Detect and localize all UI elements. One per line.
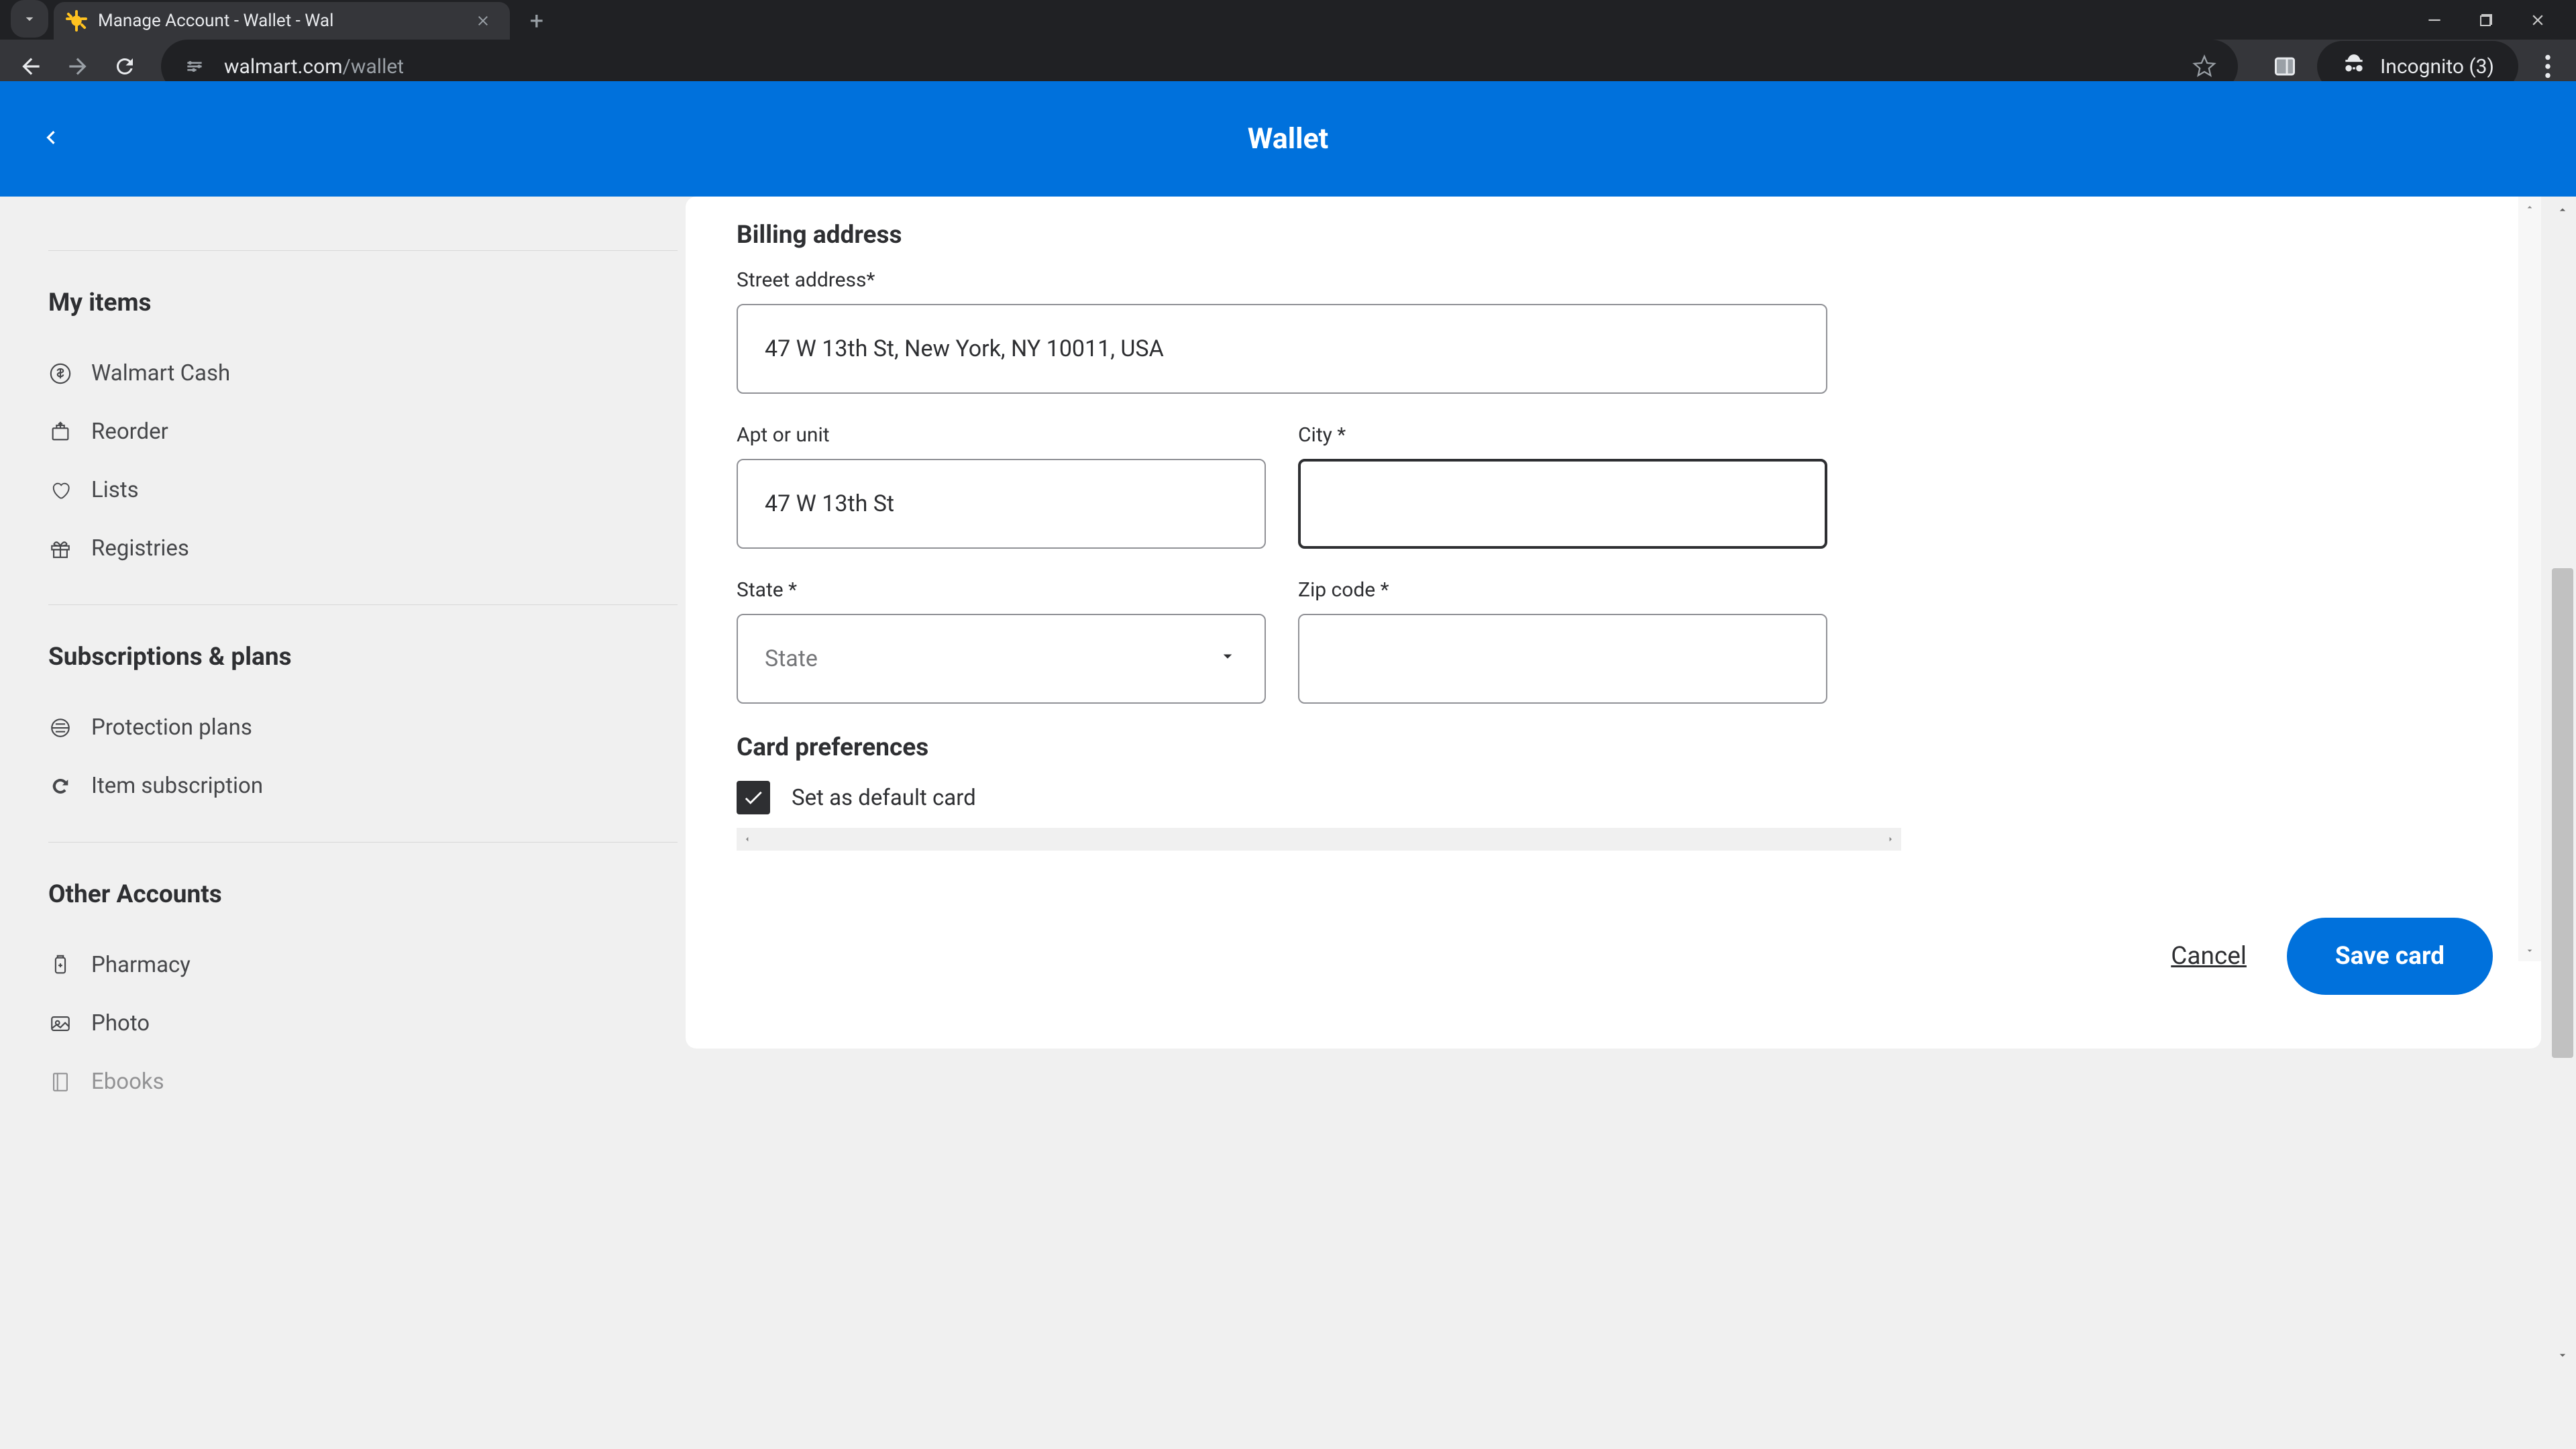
close-window-button[interactable] [2529, 11, 2546, 29]
incognito-icon [2341, 52, 2367, 80]
ebooks-icon [48, 1070, 72, 1094]
heart-icon [48, 478, 72, 502]
sidebar-label: Walmart Cash [91, 360, 230, 386]
back-button[interactable] [12, 48, 50, 85]
sidebar-heading-subscriptions: Subscriptions & plans [48, 643, 645, 672]
bookmark-star-icon[interactable] [2191, 53, 2218, 80]
header-back-button[interactable] [38, 124, 64, 154]
window-controls [2426, 0, 2576, 40]
reorder-icon [48, 420, 72, 444]
sidebar-item-lists[interactable]: Lists [48, 461, 645, 519]
photo-icon [48, 1012, 72, 1036]
state-placeholder: State [765, 645, 818, 672]
default-card-label: Set as default card [792, 785, 976, 811]
forward-button[interactable] [59, 48, 97, 85]
scroll-right-arrow-icon[interactable] [1880, 834, 1901, 845]
sidebar-label: Ebooks [91, 1069, 164, 1095]
maximize-button[interactable] [2478, 12, 2494, 28]
page: Wallet My items Walmart Cash Reorder Lis… [0, 81, 2576, 1368]
sidebar-item-protection-plans[interactable]: Protection plans [48, 698, 645, 757]
minimize-button[interactable] [2426, 11, 2443, 29]
pharmacy-icon [48, 953, 72, 977]
sidebar-label: Item subscription [91, 773, 263, 799]
save-card-button[interactable]: Save card [2287, 918, 2493, 995]
sidebar-label: Lists [91, 477, 139, 503]
card-prefs-heading: Card preferences [737, 733, 1827, 762]
page-vertical-scrollbar[interactable] [2549, 197, 2576, 1368]
button-row: Cancel Save card [686, 851, 2541, 995]
scroll-up-arrow-icon[interactable] [2518, 197, 2541, 218]
cash-icon [48, 362, 72, 386]
tab-title: Manage Account - Wallet - Wal [98, 11, 462, 31]
sidebar-label: Pharmacy [91, 952, 191, 978]
gift-icon [48, 537, 72, 561]
main-panel: Billing address Street address* Apt or u… [678, 197, 2576, 1368]
sidebar-item-reorder[interactable]: Reorder [48, 402, 645, 461]
browser-tab[interactable]: Manage Account - Wallet - Wal [54, 2, 510, 40]
tab-bar: Manage Account - Wallet - Wal + [0, 0, 2576, 40]
zip-code-input[interactable] [1298, 614, 1827, 704]
scroll-down-arrow-icon[interactable] [2549, 1342, 2576, 1368]
form-area: Billing address Street address* Apt or u… [737, 197, 1878, 814]
sidebar-heading-my-items: My items [48, 288, 645, 317]
billing-heading: Billing address [737, 221, 1827, 250]
billing-card: Billing address Street address* Apt or u… [686, 197, 2541, 1049]
sidebar-item-ebooks[interactable]: Ebooks [48, 1053, 645, 1111]
zip-label: Zip code * [1298, 578, 1827, 602]
street-address-input[interactable] [737, 304, 1827, 394]
sidebar-item-item-subscription[interactable]: Item subscription [48, 757, 645, 815]
page-header: Wallet [0, 81, 2576, 197]
reload-button[interactable] [106, 48, 144, 85]
state-select[interactable]: State [737, 614, 1266, 704]
sidebar-label: Reorder [91, 419, 168, 445]
default-card-row: Set as default card [737, 781, 1827, 814]
browser-chrome: Manage Account - Wallet - Wal + walmart.… [0, 0, 2576, 81]
walmart-favicon-icon [66, 10, 87, 32]
sidebar-item-registries[interactable]: Registries [48, 519, 645, 578]
sidebar-heading-other-accounts: Other Accounts [48, 880, 645, 909]
tab-search-button[interactable] [11, 0, 48, 38]
scroll-down-arrow-icon[interactable] [2518, 940, 2541, 961]
sidebar-label: Registries [91, 535, 189, 561]
tab-close-button[interactable] [472, 10, 494, 32]
scroll-left-arrow-icon[interactable] [737, 834, 758, 845]
default-card-checkbox[interactable] [737, 781, 770, 814]
browser-menu-button[interactable] [2532, 50, 2564, 83]
incognito-label: Incognito (3) [2380, 55, 2494, 78]
side-panel-button[interactable] [2266, 48, 2304, 85]
sidebar-label: Photo [91, 1010, 150, 1036]
city-label: City * [1298, 423, 1827, 447]
sidebar: My items Walmart Cash Reorder Lists Regi… [0, 197, 678, 1368]
chevron-down-icon [1218, 645, 1238, 672]
refresh-icon [48, 774, 72, 798]
form-horizontal-scrollbar[interactable] [737, 828, 1901, 851]
city-input[interactable] [1298, 459, 1827, 549]
scroll-up-arrow-icon[interactable] [2549, 197, 2576, 223]
sidebar-item-walmart-cash[interactable]: Walmart Cash [48, 344, 645, 402]
site-settings-icon[interactable] [181, 53, 208, 80]
state-label: State * [737, 578, 1266, 602]
content-area: My items Walmart Cash Reorder Lists Regi… [0, 197, 2576, 1368]
url-text: walmart.com/wallet [224, 55, 2175, 78]
form-vertical-scrollbar[interactable] [2518, 197, 2541, 961]
sidebar-item-photo[interactable]: Photo [48, 994, 645, 1053]
street-label: Street address* [737, 268, 1827, 292]
apt-label: Apt or unit [737, 423, 1266, 447]
new-tab-button[interactable]: + [521, 5, 553, 37]
sidebar-label: Protection plans [91, 714, 252, 741]
sidebar-item-pharmacy[interactable]: Pharmacy [48, 936, 645, 994]
cancel-button[interactable]: Cancel [2171, 942, 2247, 971]
apt-unit-input[interactable] [737, 459, 1266, 549]
shield-icon [48, 716, 72, 740]
page-title: Wallet [1248, 122, 1328, 156]
